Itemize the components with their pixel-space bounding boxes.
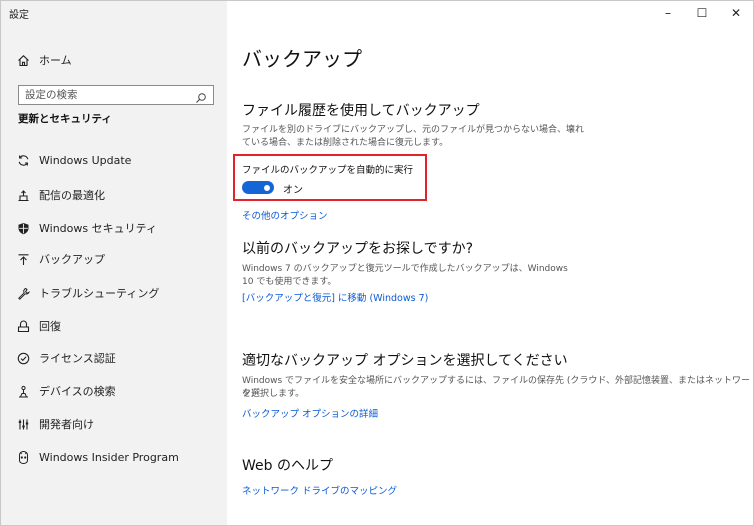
sidebar-item-label: バックアップ <box>39 253 105 266</box>
file-history-description-line2: ている場合、または削除された場合に復元します。 <box>242 138 449 148</box>
sidebar-item-label: トラブルシューティング <box>39 287 160 300</box>
backup-arrow-icon <box>16 252 30 266</box>
delivery-optimization-icon <box>16 188 30 202</box>
toggle-knob <box>264 184 270 191</box>
maximize-button[interactable]: ☐ <box>685 1 719 25</box>
check-circle-icon <box>16 351 30 365</box>
developer-icon <box>16 417 30 431</box>
choose-option-description-line1: Windows でファイルを安全な場所にバックアップするには、ファイルの保存先 … <box>242 376 751 399</box>
choose-option-heading: 適切なバックアップ オプションを選択してください <box>242 353 568 369</box>
home-icon <box>16 53 30 67</box>
sidebar-item-label: 開発者向け <box>39 418 94 431</box>
sidebar: 設定 ホーム 更新とセキュリティ Windows Update 配信の最適化 <box>1 1 227 525</box>
shield-icon <box>16 221 30 235</box>
find-device-icon <box>16 384 30 398</box>
sync-icon <box>16 153 30 167</box>
more-options-link[interactable]: その他のオプション <box>242 208 328 222</box>
sidebar-item-backup[interactable]: バックアップ <box>1 246 227 272</box>
wrench-icon <box>16 286 30 300</box>
sidebar-item-windows-update[interactable]: Windows Update <box>1 147 227 173</box>
choose-option-description-line2: を選択します。 <box>242 389 305 399</box>
sidebar-item-delivery-optimization[interactable]: 配信の最適化 <box>1 182 227 208</box>
sidebar-item-label: Windows Insider Program <box>39 450 179 464</box>
toggle-state-text: オン <box>283 185 303 196</box>
search-icon[interactable] <box>195 89 207 103</box>
web-help-heading: Web のヘルプ <box>242 458 333 474</box>
search-input[interactable] <box>25 88 185 102</box>
backup-options-details-link[interactable]: バックアップ オプションの詳細 <box>242 406 378 420</box>
older-backup-heading: 以前のバックアップをお探しですか? <box>242 241 474 257</box>
network-drive-mapping-link[interactable]: ネットワーク ドライブのマッピング <box>242 483 397 497</box>
older-backup-description-line1: Windows 7 のバックアップと復元ツールで作成したバックアップは、Wind… <box>242 264 568 274</box>
sidebar-item-label: 配信の最適化 <box>39 189 105 202</box>
settings-window: 設定 ホーム 更新とセキュリティ Windows Update 配信の最適化 <box>0 0 754 526</box>
sidebar-section-title: 更新とセキュリティ <box>18 113 112 125</box>
backup-restore-link[interactable]: [バックアップと復元] に移動 (Windows 7) <box>242 290 428 304</box>
close-button[interactable]: ✕ <box>719 1 753 25</box>
sidebar-item-windows-insider[interactable]: Windows Insider Program <box>1 444 227 470</box>
app-title: 設定 <box>9 10 29 21</box>
sidebar-item-activation[interactable]: ライセンス認証 <box>1 345 227 371</box>
page-title: バックアップ <box>242 47 362 71</box>
sidebar-item-label: ホーム <box>39 54 72 67</box>
sidebar-item-find-device[interactable]: デバイスの検索 <box>1 378 227 404</box>
sidebar-item-windows-security[interactable]: Windows セキュリティ <box>1 215 227 241</box>
sidebar-item-label: デバイスの検索 <box>39 385 116 398</box>
auto-backup-label: ファイルのバックアップを自動的に実行 <box>242 165 414 176</box>
sidebar-item-recovery[interactable]: 回復 <box>1 313 227 339</box>
sidebar-item-developers[interactable]: 開発者向け <box>1 411 227 437</box>
file-history-description-line1: ファイルを別のドライブにバックアップし、元のファイルが見つからない場合、壊れ <box>242 125 585 135</box>
insider-icon <box>16 450 30 464</box>
sidebar-item-label: ライセンス認証 <box>39 352 116 365</box>
search-box[interactable] <box>18 85 214 105</box>
file-history-heading: ファイル履歴を使用してバックアップ <box>242 103 480 119</box>
minimize-button[interactable]: – <box>651 1 685 25</box>
auto-backup-toggle[interactable] <box>242 181 274 194</box>
sidebar-item-label: 回復 <box>39 320 61 333</box>
sidebar-item-home[interactable]: ホーム <box>1 47 227 73</box>
sidebar-item-label: Windows セキュリティ <box>39 222 157 235</box>
main-content: – ☐ ✕ バックアップ ファイル履歴を使用してバックアップ ファイルを別のドラ… <box>227 1 753 525</box>
recovery-icon <box>16 319 30 333</box>
older-backup-description-line2: 10 でも使用できます。 <box>242 277 337 287</box>
sidebar-item-label: Windows Update <box>39 153 132 167</box>
sidebar-item-troubleshoot[interactable]: トラブルシューティング <box>1 280 227 306</box>
window-controls: – ☐ ✕ <box>651 1 753 25</box>
